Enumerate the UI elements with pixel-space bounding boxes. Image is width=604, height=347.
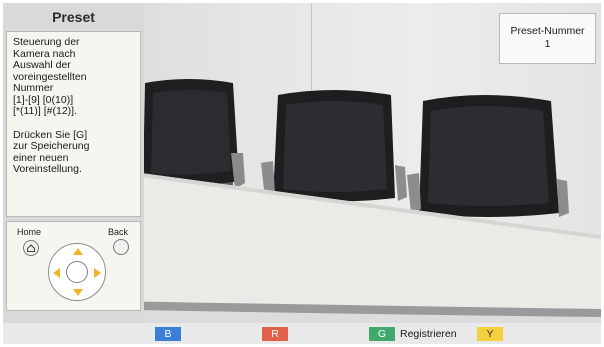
home-icon xyxy=(27,244,35,252)
camera-screen: Preset Steuerung der Kamera nach Auswahl… xyxy=(3,3,601,344)
chair-right xyxy=(407,95,569,217)
arrow-right-icon[interactable] xyxy=(94,268,101,278)
key-green-label: Registrieren xyxy=(400,328,457,340)
back-button[interactable] xyxy=(113,239,129,255)
key-green[interactable]: G xyxy=(369,327,395,341)
remote-control-guide: Home Back xyxy=(6,221,141,311)
arrow-left-icon[interactable] xyxy=(53,268,60,278)
key-red[interactable]: R xyxy=(262,327,288,341)
color-key-bar: B R G Registrieren Y xyxy=(3,323,601,344)
key-blue[interactable]: B xyxy=(155,327,181,341)
arrow-up-icon[interactable] xyxy=(73,248,83,255)
preset-number-label: Preset-Nummer xyxy=(510,25,585,37)
panel-title: Preset xyxy=(52,8,95,25)
preset-number-value: 1 xyxy=(544,38,551,50)
preset-panel: Preset Steuerung der Kamera nach Auswahl… xyxy=(3,3,144,323)
help-text-box: Steuerung der Kamera nach Auswahl der vo… xyxy=(6,31,141,217)
help-text-register: Drücken Sie [G] zur Speicherung einer ne… xyxy=(13,128,90,175)
arrow-down-icon[interactable] xyxy=(73,289,83,296)
preset-number-box: Preset-Nummer 1 xyxy=(499,13,596,64)
home-button[interactable] xyxy=(23,240,39,256)
back-label: Back xyxy=(108,227,129,237)
chair-middle xyxy=(261,90,407,202)
home-label: Home xyxy=(17,227,42,237)
enter-button[interactable] xyxy=(66,261,88,283)
key-yellow[interactable]: Y xyxy=(477,327,503,341)
direction-pad[interactable] xyxy=(48,243,106,301)
help-text-control: Steuerung der Kamera nach Auswahl der vo… xyxy=(13,36,87,117)
